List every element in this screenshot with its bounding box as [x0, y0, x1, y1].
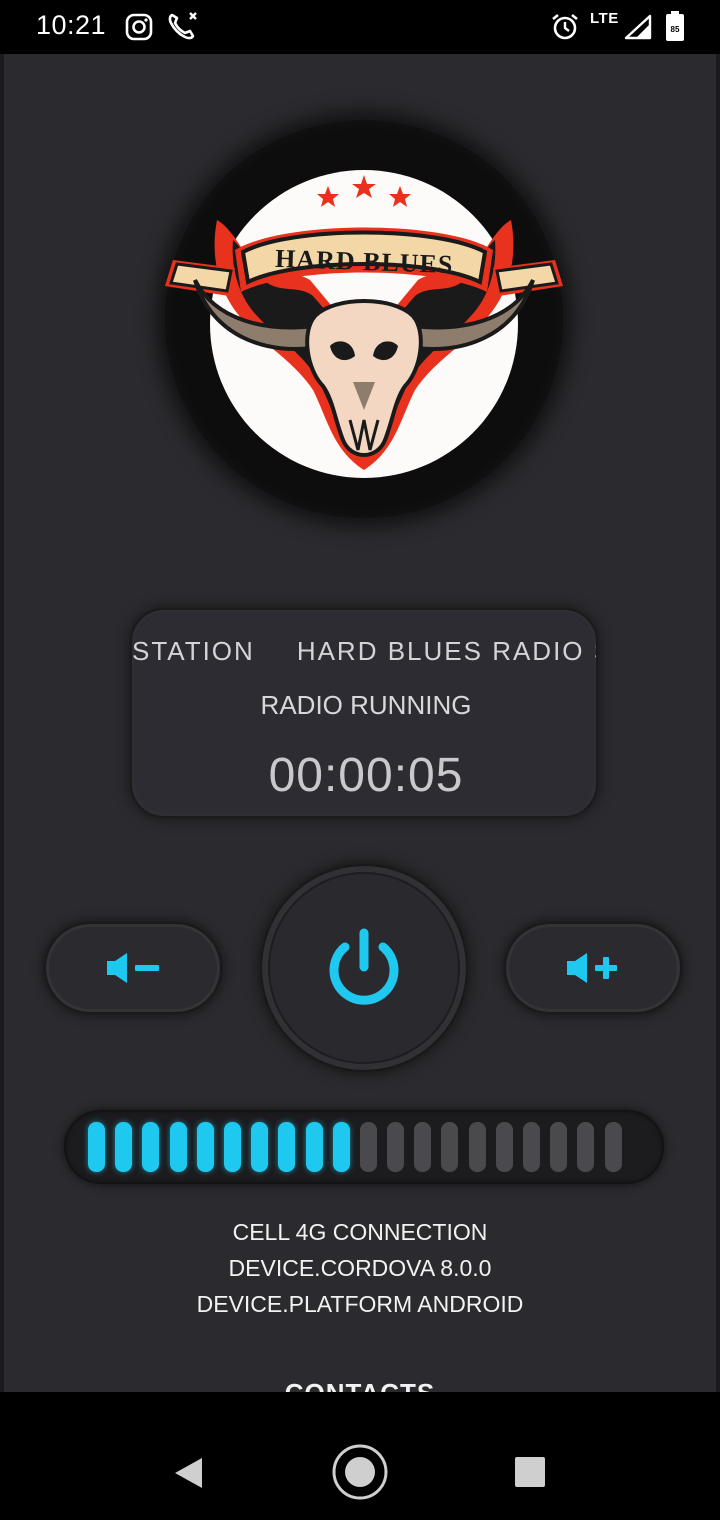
volume-segment: [332, 1122, 350, 1172]
station-marquee: STATION HARD BLUES RADIO STATION: [132, 636, 596, 672]
volume-up-icon: [567, 953, 617, 983]
volume-segment: [387, 1122, 405, 1172]
contacts-heading: CONTACTS: [4, 1378, 716, 1392]
volume-up-button[interactable]: [504, 922, 682, 1014]
network-type: LTE: [590, 10, 619, 27]
marquee-text-tail: STATION: [132, 636, 255, 666]
status-time: 10:21: [36, 10, 107, 40]
volume-segment: [523, 1122, 540, 1172]
battery-icon: 85: [666, 11, 684, 41]
radio-status: RADIO RUNNING: [260, 690, 472, 720]
volume-level-bar[interactable]: [64, 1110, 664, 1184]
volume-segment: [495, 1122, 513, 1172]
volume-segment: [414, 1122, 432, 1172]
volume-segment: [278, 1122, 296, 1172]
volume-segment: [577, 1122, 595, 1172]
volume-segment: [550, 1122, 568, 1172]
back-icon[interactable]: [172, 1456, 204, 1490]
radio-app: HARD BLUES STATION HARD BLUES RADIO STATI…: [0, 54, 720, 1392]
volume-segment: [88, 1122, 105, 1172]
signal-icon: [624, 14, 652, 40]
connection-info: CELL 4G CONNECTION: [232, 1219, 488, 1245]
volume-segment: [115, 1122, 133, 1172]
recent-apps-icon[interactable]: [514, 1456, 546, 1488]
playback-timer: 00:00:05: [268, 749, 464, 802]
volume-segment: [468, 1122, 486, 1172]
power-icon: [329, 928, 399, 1005]
instagram-icon: [125, 13, 153, 41]
missed-call-icon: [168, 12, 197, 40]
now-playing-panel: STATION HARD BLUES RADIO STATION RADIO RU…: [130, 608, 598, 818]
volume-segment: [223, 1122, 241, 1172]
volume-segment: [604, 1122, 622, 1172]
volume-segment: [251, 1122, 269, 1172]
volume-segment: [441, 1122, 459, 1172]
volume-segments: [88, 1122, 622, 1172]
power-button[interactable]: [260, 864, 468, 1072]
volume-down-icon: [107, 953, 159, 983]
marquee-text: HARD BLUES RADIO STATION: [296, 636, 596, 666]
volume-segment: [359, 1122, 377, 1172]
hard-blues-logo: HARD BLUES: [165, 170, 563, 478]
cordova-version: DEVICE.CORDOVA 8.0.0: [228, 1255, 492, 1281]
volume-segment: [169, 1122, 187, 1172]
platform-info: DEVICE.PLATFORM ANDROID: [196, 1291, 524, 1317]
volume-segment: [142, 1122, 160, 1172]
volume-down-button[interactable]: [44, 922, 222, 1014]
battery-level: 85: [671, 25, 680, 34]
volume-segment: [305, 1122, 323, 1172]
status-bar: 10:21 LTE 85: [0, 0, 720, 54]
navigation-bar: [0, 1392, 720, 1520]
home-icon[interactable]: [331, 1443, 389, 1501]
device-info: CELL 4G CONNECTION DEVICE.CORDOVA 8.0.0 …: [4, 1214, 716, 1322]
volume-segment: [196, 1122, 214, 1172]
alarm-icon: [552, 13, 578, 40]
